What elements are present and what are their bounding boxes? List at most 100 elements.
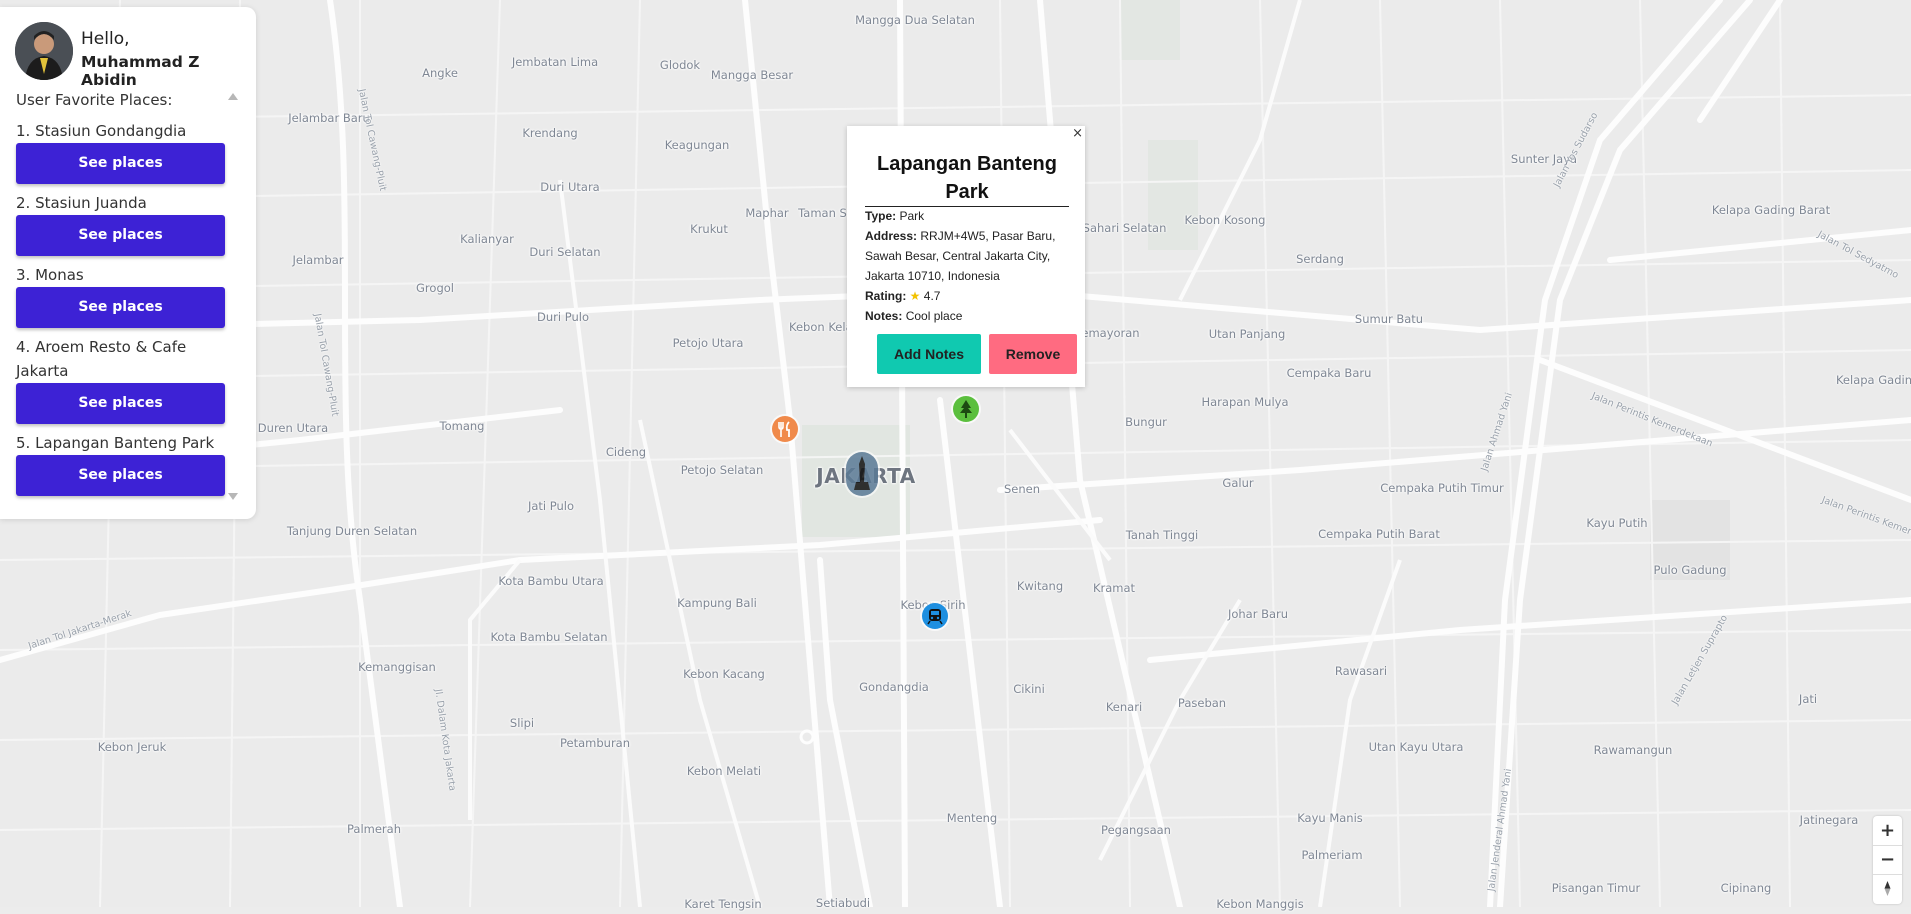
map-area-label: Jelambar Baru: [288, 111, 370, 125]
map-area-label: Krendang: [522, 126, 578, 140]
map-area-label: Slipi: [509, 716, 535, 730]
marker-park[interactable]: [953, 396, 979, 422]
map-area-label: Kebon Melati: [686, 764, 762, 778]
notes-row: Notes: Cool place: [865, 306, 1075, 326]
notes-label: Notes:: [865, 309, 903, 323]
map-area-label: Menteng: [946, 811, 998, 825]
user-photo-icon: [15, 22, 73, 80]
map-area-label: Kwitang: [1016, 579, 1064, 593]
map-area-label: Bungur: [1125, 415, 1167, 429]
map-area-label: Kota Bambu Selatan: [490, 630, 608, 644]
zoom-out-button[interactable]: −: [1873, 845, 1902, 874]
see-places-button[interactable]: See places: [16, 143, 225, 184]
map-area-label: Tanjung Duren Selatan: [286, 524, 418, 538]
favorite-name: 2. Stasiun Juanda: [16, 194, 147, 212]
map-area-label: Cempaka Putih Timur: [1380, 481, 1504, 495]
remove-button[interactable]: Remove: [989, 334, 1077, 374]
map-area-label: Petojo Selatan: [680, 463, 764, 477]
map-area-label: Gondangdia: [859, 680, 929, 694]
favorite-item: 3. Monas See places: [16, 263, 226, 328]
favorite-item: 1. Stasiun Gondangdia See places: [16, 119, 226, 184]
map-area-label: Krukut: [690, 222, 728, 236]
map-area-label: Cideng: [605, 445, 647, 459]
type-row: Type: Park: [865, 206, 1075, 226]
map-area-label: Kayu Putih: [1586, 516, 1648, 530]
map-area-label: Duri Utara: [540, 180, 600, 194]
type-label: Type:: [865, 209, 897, 223]
map-area-label: Utan Panjang: [1208, 327, 1286, 341]
map-area-label: Harapan Mulya: [1201, 395, 1289, 409]
map-area-label: Kelapa Gading Barat: [1711, 203, 1831, 217]
marker-restaurant[interactable]: [772, 416, 798, 442]
avatar[interactable]: [15, 22, 73, 80]
map-area-label: Maphar: [745, 206, 789, 220]
map-area-label: Utan Kayu Utara: [1368, 740, 1464, 754]
see-places-button[interactable]: See places: [16, 455, 225, 496]
rating-row: Rating: ★ 4.7: [865, 286, 1075, 306]
map-area-label: Petojo Utara: [672, 336, 744, 350]
map-area-label: Grogol: [416, 281, 454, 295]
map-area-label: Karet Tengsin: [684, 897, 762, 911]
compass-reset-button[interactable]: [1873, 874, 1902, 903]
zoom-in-button[interactable]: +: [1873, 816, 1902, 845]
map-area-label: Pisangan Timur: [1551, 881, 1641, 895]
map-area-label: Tanah Tinggi: [1125, 528, 1199, 542]
rating-value: 4.7: [923, 289, 941, 303]
map-area-label: Setiabudi: [815, 896, 871, 910]
map-area-label: Palmeriam: [1301, 848, 1363, 862]
map-area-label: Kenari: [1105, 700, 1143, 714]
see-places-button[interactable]: See places: [16, 215, 225, 256]
map-area-label: Kramat: [1092, 581, 1136, 595]
add-notes-button[interactable]: Add Notes: [877, 334, 981, 374]
see-places-button[interactable]: See places: [16, 287, 225, 328]
zoom-controls: + −: [1873, 816, 1902, 904]
favorite-name: 1. Stasiun Gondangdia: [16, 122, 187, 140]
scroll-down-arrow-icon[interactable]: [228, 493, 238, 500]
rating-label: Rating:: [865, 289, 907, 303]
monument-icon: [854, 456, 870, 490]
map-area-label: Rawasari: [1334, 664, 1388, 678]
popup-title: Lapangan Banteng Park: [865, 150, 1069, 207]
notes-value: Cool place: [905, 309, 963, 323]
favorite-item: 5. Lapangan Banteng Park See places: [16, 431, 226, 496]
map-area-label: Keagungan: [664, 138, 730, 152]
favorite-name: 4. Aroem Resto & Cafe Jakarta: [16, 338, 187, 380]
map-area-label: Jembatan Lima: [511, 55, 599, 69]
map-area-label: Serdang: [1296, 252, 1344, 266]
close-icon[interactable]: ×: [1072, 126, 1083, 141]
map-area-label: Johar Baru: [1227, 607, 1289, 621]
map-area-label: Pegangsaan: [1101, 823, 1171, 837]
fork-knife-icon: [778, 421, 790, 437]
map-area-label: Angke: [422, 66, 458, 80]
train-icon: [927, 609, 943, 625]
map-area-label: Galur: [1222, 476, 1254, 490]
map-area-label: Jati Pulo: [527, 499, 575, 513]
favorite-item: 2. Stasiun Juanda See places: [16, 191, 226, 256]
map-area-label: Kebon Kosong: [1184, 213, 1266, 227]
popup-details: Type: Park Address: RRJM+4W5, Pasar Baru…: [865, 206, 1075, 326]
map-area-label: Sumur Batu: [1354, 312, 1424, 326]
see-places-button[interactable]: See places: [16, 383, 225, 424]
map-area-label: Pulo Gadung: [1653, 563, 1727, 577]
map-area-label: Jati: [1798, 692, 1818, 706]
user-name: Muhammad Z Abidin: [81, 53, 200, 89]
map-area-label: Kemanggisan: [358, 660, 436, 674]
map-area-label: Cikini: [1013, 682, 1045, 696]
map-area-label: Mangga Dua Selatan: [855, 13, 975, 27]
map-area-label: Senen: [1003, 482, 1041, 496]
map-area-label: Cempaka Baru: [1286, 366, 1372, 380]
greeting-text: Hello,: [81, 29, 130, 49]
scroll-up-arrow-icon[interactable]: [228, 93, 238, 100]
marker-train-station[interactable]: [922, 603, 948, 629]
type-value: Park: [899, 209, 925, 223]
map-area-label: Kebon Jeruk: [97, 740, 167, 754]
map-area-label: Glodok: [659, 58, 701, 72]
tree-icon: [960, 400, 972, 418]
map-area-label: Duri Selatan: [529, 245, 601, 259]
map-area-label: Petamburan: [559, 736, 631, 750]
map-area-label: Kebon Kacang: [683, 667, 765, 681]
map-area-label: Duren Utara: [257, 421, 329, 435]
marker-monument[interactable]: [846, 452, 878, 496]
map-area-label: Kota Bambu Utara: [498, 574, 604, 588]
map-area-label: Kayu Manis: [1297, 811, 1363, 825]
